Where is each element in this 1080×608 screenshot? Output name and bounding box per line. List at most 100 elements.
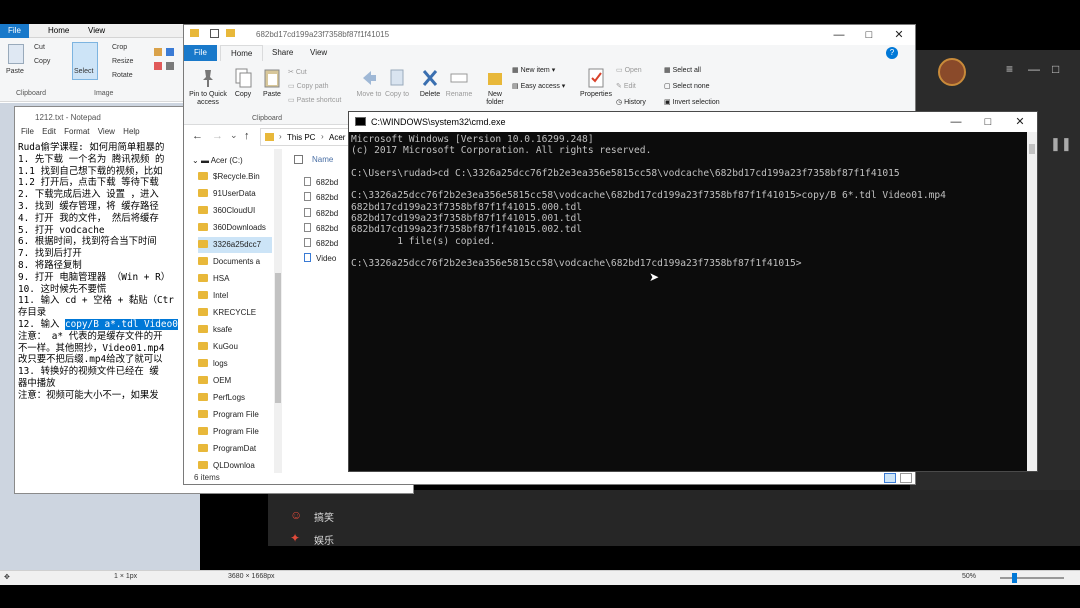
menu-format[interactable]: Format — [64, 127, 89, 136]
file-row[interactable]: 682bd — [304, 206, 338, 221]
select-all-button[interactable]: ▦ Select all — [664, 67, 701, 75]
file-row[interactable]: 682bd — [304, 190, 338, 205]
paint-tab-view[interactable]: View — [80, 24, 113, 38]
paint-paste-label[interactable]: Paste — [6, 68, 24, 75]
menu-file[interactable]: File — [21, 127, 34, 136]
avatar[interactable] — [938, 58, 966, 86]
nav-item[interactable]: KuGou — [198, 339, 238, 355]
minimize-button[interactable]: — — [941, 112, 971, 132]
pause-icon[interactable]: ❚❚ — [1050, 136, 1072, 152]
cut-button[interactable]: ✂ Cut — [288, 69, 307, 77]
file-row[interactable]: 682bd — [304, 221, 338, 236]
select-all-checkbox[interactable] — [294, 155, 303, 164]
breadcrumb-this-pc[interactable]: This PC — [287, 133, 315, 142]
nav-item[interactable]: Intel — [198, 288, 228, 304]
nav-label: Documents a — [213, 257, 261, 266]
copy-to-button[interactable]: Copy to — [384, 67, 410, 99]
copy-button[interactable]: Copy — [230, 67, 256, 99]
help-icon[interactable]: ? — [886, 47, 898, 59]
properties-button[interactable]: Properties — [578, 67, 614, 99]
forward-icon[interactable]: → — [212, 130, 223, 142]
minimize-icon[interactable]: — — [1028, 62, 1040, 76]
menu-view[interactable]: View — [98, 127, 115, 136]
paste-button[interactable]: Paste — [258, 67, 286, 99]
large-icons-view-icon[interactable] — [900, 473, 912, 483]
open-button[interactable]: ▭ Open — [616, 67, 642, 75]
delete-button[interactable]: Delete — [416, 67, 444, 99]
move-icon — [363, 71, 376, 85]
nav-item[interactable]: ProgramDat — [198, 441, 256, 457]
back-icon[interactable]: ← — [192, 130, 203, 142]
tab-file[interactable]: File — [184, 45, 217, 61]
tab-home[interactable]: Home — [220, 45, 264, 61]
nav-item[interactable]: $Recycle.Bin — [198, 169, 260, 185]
maximize-button[interactable]: □ — [973, 112, 1003, 132]
paint-cut-button[interactable]: Cut — [34, 44, 45, 51]
new-item-button[interactable]: ▦ New item ▾ — [512, 67, 555, 75]
nav-scrollbar[interactable] — [274, 149, 282, 473]
maximize-button[interactable]: □ — [854, 25, 884, 45]
rename-button[interactable]: Rename — [444, 67, 474, 99]
close-button[interactable]: ✕ — [884, 25, 914, 45]
zoom-slider[interactable] — [1000, 577, 1064, 579]
copy-path-button[interactable]: ▭ Copy path — [288, 83, 328, 91]
selected-text[interactable]: copy/B a*.tdl Video0 — [64, 318, 178, 330]
nav-item[interactable]: QLDownloa — [198, 458, 255, 474]
maximize-icon[interactable]: □ — [1052, 62, 1059, 76]
menu-edit[interactable]: Edit — [42, 127, 56, 136]
pin-quick-access-button[interactable]: Pin to Quick access — [186, 67, 230, 107]
zoom-slider-thumb[interactable] — [1012, 573, 1017, 583]
paint-crop-button[interactable]: Crop — [112, 44, 127, 51]
paint-resize-button[interactable]: Resize — [112, 58, 133, 65]
cmd-console[interactable]: Microsoft Windows [Version 10.0.16299.24… — [349, 132, 1027, 471]
select-none-button[interactable]: ▢ Select none — [664, 83, 710, 91]
file-row[interactable]: 682bd — [304, 175, 338, 190]
invert-selection-button[interactable]: ▣ Invert selection — [664, 99, 720, 107]
nav-item[interactable]: 360CloudUI — [198, 203, 255, 219]
nav-item[interactable]: HSA — [198, 271, 229, 287]
checkbox-icon[interactable] — [210, 29, 219, 38]
scrollbar-thumb[interactable] — [1029, 144, 1035, 154]
sidebar-item-funny[interactable]: 搞笑 — [314, 509, 334, 524]
nav-item[interactable]: KRECYCLE — [198, 305, 256, 321]
nav-item[interactable]: ⌄ ▬ Acer (C:) — [192, 153, 243, 169]
details-view-icon[interactable] — [884, 473, 896, 483]
up-icon[interactable]: ↑ — [244, 130, 250, 142]
scrollbar-thumb[interactable] — [275, 273, 281, 403]
nav-item[interactable]: Program File — [198, 424, 259, 440]
nav-item[interactable]: 360Downloads — [198, 220, 266, 236]
paste-shortcut-button[interactable]: ▭ Paste shortcut — [288, 97, 341, 105]
paint-copy-button[interactable]: Copy — [34, 58, 50, 65]
nav-item[interactable]: Documents a — [198, 254, 260, 270]
menu-icon[interactable]: ≡ — [1006, 62, 1013, 76]
menu-help[interactable]: Help — [123, 127, 139, 136]
tab-share[interactable]: Share — [262, 45, 303, 61]
paste-icon[interactable] — [8, 44, 24, 64]
file-list: Name 682bd 682bd 682bd 682bd 682bd Video — [292, 149, 340, 473]
nav-item[interactable]: OEM — [198, 373, 231, 389]
paint-rotate-button[interactable]: Rotate — [112, 72, 133, 79]
history-button[interactable]: ◷ History — [616, 99, 646, 107]
sidebar-item-entertainment[interactable]: 娱乐 — [314, 532, 334, 547]
close-button[interactable]: ✕ — [1005, 112, 1035, 132]
column-name-header[interactable]: Name — [312, 155, 333, 164]
nav-item[interactable]: 91UserData — [198, 186, 256, 202]
nav-item[interactable]: logs — [198, 356, 228, 372]
file-row[interactable]: Video — [304, 251, 336, 266]
nav-item[interactable]: Program File — [198, 407, 259, 423]
nav-item[interactable]: PerfLogs — [198, 390, 245, 406]
breadcrumb-acer[interactable]: Acer — [329, 133, 345, 142]
paint-tab-file[interactable]: File — [0, 24, 29, 38]
recent-chevron-icon[interactable]: ⌄ — [230, 130, 238, 141]
nav-item-selected[interactable]: 3326a25dcc7 — [198, 237, 272, 253]
tab-view[interactable]: View — [300, 45, 337, 61]
edit-button[interactable]: ✎ Edit — [616, 83, 636, 91]
file-row[interactable]: 682bd — [304, 236, 338, 251]
paint-tab-home[interactable]: Home — [40, 24, 77, 38]
cmd-scrollbar[interactable] — [1027, 132, 1037, 471]
move-to-button[interactable]: Move to — [356, 67, 382, 99]
nav-item[interactable]: ksafe — [198, 322, 232, 338]
easy-access-button[interactable]: ▤ Easy access ▾ — [512, 83, 565, 91]
minimize-button[interactable]: — — [824, 25, 854, 45]
new-folder-button[interactable]: New folder — [480, 67, 510, 107]
